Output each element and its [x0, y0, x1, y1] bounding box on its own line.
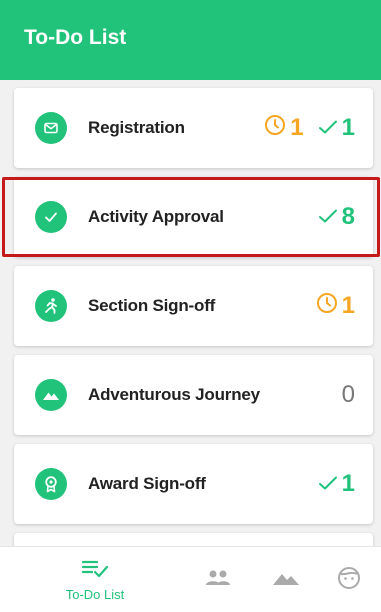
mountain-icon [271, 569, 301, 592]
pending-count: 1 [264, 114, 304, 143]
todo-list: Registration 1 1 Activity Approval 8 Sec… [0, 80, 381, 546]
page-title: To-Do List [24, 26, 127, 49]
todo-card-award-sign-off[interactable]: Award Sign-off 1 [14, 444, 373, 524]
pending-count-value: 1 [290, 114, 304, 141]
done-count-value: 8 [341, 203, 355, 230]
check-icon [318, 203, 338, 231]
todo-card-label: Activity Approval [88, 207, 224, 226]
todo-card-adventurous-journey[interactable]: Adventurous Journey 0 [14, 355, 373, 435]
todo-card-label: Adventurous Journey [88, 385, 260, 404]
nav-item-todo-list[interactable]: To-Do List [46, 547, 144, 612]
award-icon [35, 468, 67, 500]
pending-count-value: 1 [341, 292, 355, 319]
mountain-icon [35, 379, 67, 411]
todo-card-counts: 1 [316, 266, 355, 346]
check-icon [318, 470, 338, 498]
check-circle-icon [35, 201, 67, 233]
bottom-nav: To-Do List [0, 546, 381, 612]
done-count-value: 1 [341, 470, 355, 497]
todo-list-icon [81, 558, 109, 585]
people-icon [204, 568, 232, 593]
todo-card-counts: 1 [318, 444, 355, 524]
runner-icon [35, 290, 67, 322]
todo-card-counts: 1 1 [264, 88, 355, 168]
pending-count: 1 [316, 292, 355, 321]
clock-icon [264, 114, 286, 143]
nav-label-todo-list: To-Do List [65, 587, 125, 602]
app-header: To-Do List [0, 0, 381, 80]
face-icon [337, 566, 361, 595]
item-count-value: 0 [341, 381, 355, 408]
done-count: 1 [318, 470, 355, 498]
nav-item-journeys[interactable] [264, 547, 308, 612]
item-count: 0 [342, 381, 355, 409]
todo-card-label: Section Sign-off [88, 296, 216, 315]
todo-card-activity-approval[interactable]: Activity Approval 8 [14, 177, 373, 257]
check-icon [318, 114, 338, 142]
done-count-value: 1 [341, 114, 355, 141]
todo-card-counts: 0 [342, 355, 355, 435]
todo-card-registration[interactable]: Registration 1 1 [14, 88, 373, 168]
done-count: 8 [318, 203, 355, 231]
nav-item-profile[interactable] [327, 547, 371, 612]
clock-icon [316, 292, 338, 321]
todo-card-label: Award Sign-off [88, 474, 206, 493]
todo-card-label: Registration [88, 118, 185, 137]
mail-icon [35, 112, 67, 144]
done-count: 1 [318, 114, 355, 142]
nav-item-people[interactable] [196, 547, 240, 612]
todo-card-partial[interactable] [14, 533, 373, 546]
todo-card-counts: 8 [318, 177, 355, 257]
todo-card-section-sign-off[interactable]: Section Sign-off 1 [14, 266, 373, 346]
